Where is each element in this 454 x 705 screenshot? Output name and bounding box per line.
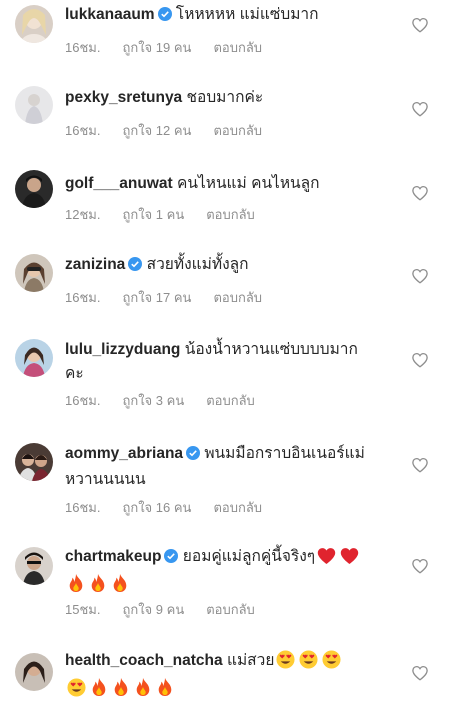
comment-text: lulu_lizzyduang น้องน้ำหวานแซ่บบบบมาก คะ [65, 338, 395, 386]
red-heart-emoji-icon [317, 547, 336, 573]
avatar[interactable] [15, 86, 53, 124]
heart-outline-icon[interactable] [411, 184, 429, 202]
comment-meta: 16ชม. ถูกใจ 16 คน ตอบกลับ [65, 497, 284, 518]
comment-meta: 16ชม. ถูกใจ 17 คน ตอบกลับ [65, 287, 284, 308]
comment-meta: 16ชม. ถูกใจ 3 คน ตอบกลับ [65, 390, 277, 411]
username[interactable]: health_coach_natcha [65, 652, 223, 669]
verified-badge-icon [164, 547, 179, 571]
comment-body: โหหหหห แม่แซ่บมาก [175, 6, 319, 23]
heart-eyes-emoji-icon [299, 650, 318, 677]
username[interactable]: chartmakeup [65, 548, 161, 565]
red-heart-emoji-icon [340, 547, 359, 573]
fire-emoji-icon [112, 677, 130, 705]
verified-badge-icon [186, 444, 201, 468]
avatar[interactable] [15, 170, 53, 208]
username[interactable]: lukkanaaum [65, 6, 155, 23]
reply-button[interactable]: ตอบกลับ [206, 207, 255, 222]
comment-body: น้องน้ำหวานแซ่บบบบมาก [184, 341, 358, 358]
heart-outline-icon[interactable] [411, 664, 429, 682]
verified-badge-icon [157, 5, 172, 29]
comment-text: golf___anuwat คนไหนแม่ คนไหนลูก [65, 172, 395, 196]
timestamp: 16ชม. [65, 500, 101, 515]
username[interactable]: lulu_lizzyduang [65, 341, 180, 358]
username[interactable]: zanizina [65, 256, 125, 273]
heart-eyes-emoji-icon [276, 650, 295, 677]
comment-body: พนมมือกราบอินเนอร์แม่ [204, 445, 365, 462]
heart-outline-icon[interactable] [411, 100, 429, 118]
fire-emoji-icon [156, 677, 174, 705]
comment-meta: 12ชม. ถูกใจ 1 คน ตอบกลับ [65, 204, 277, 225]
avatar[interactable] [15, 254, 53, 292]
fire-emoji-icon [89, 573, 107, 601]
timestamp: 12ชม. [65, 207, 101, 222]
heart-outline-icon[interactable] [411, 16, 429, 34]
username[interactable]: pexky_sretunya [65, 89, 182, 106]
username[interactable]: golf___anuwat [65, 175, 173, 192]
fire-emoji-icon [111, 573, 129, 601]
comment-body: ยอมคู่แม่ลูกคู่นี้จริงๆ [182, 548, 316, 565]
likes-count[interactable]: ถูกใจ 16 คน [122, 500, 191, 515]
comment-body: คนไหนแม่ คนไหนลูก [176, 175, 320, 192]
comment-meta: 15ชม. ถูกใจ 9 คน ตอบกลับ [65, 599, 277, 620]
timestamp: 16ชม. [65, 123, 101, 138]
avatar[interactable] [15, 5, 53, 43]
reply-button[interactable]: ตอบกลับ [213, 123, 262, 138]
heart-outline-icon[interactable] [411, 351, 429, 369]
fire-emoji-icon [67, 573, 85, 601]
comment-body-line2: คะ [65, 365, 84, 382]
avatar[interactable] [15, 547, 53, 585]
timestamp: 15ชม. [65, 602, 101, 617]
likes-count[interactable]: ถูกใจ 3 คน [122, 393, 184, 408]
comment-body: ชอบมากค่ะ [186, 89, 264, 106]
heart-outline-icon[interactable] [411, 557, 429, 575]
comment-text: lukkanaaum โหหหหห แม่แซ่บมาก [65, 3, 395, 29]
heart-eyes-emoji-icon [67, 678, 86, 705]
avatar[interactable] [15, 339, 53, 377]
timestamp: 16ชม. [65, 393, 101, 408]
reply-button[interactable]: ตอบกลับ [206, 393, 255, 408]
comment-body: แม่สวย [226, 652, 275, 669]
fire-emoji-icon [134, 677, 152, 705]
heart-outline-icon[interactable] [411, 456, 429, 474]
comment-body: สวยทั้งแม่ทั้งลูก [146, 256, 249, 273]
reply-button[interactable]: ตอบกลับ [213, 290, 262, 305]
reply-button[interactable]: ตอบกลับ [213, 40, 262, 55]
likes-count[interactable]: ถูกใจ 12 คน [122, 123, 191, 138]
timestamp: 16ชม. [65, 40, 101, 55]
avatar[interactable] [15, 653, 53, 691]
comment-body-line2: หวานนนนน [65, 471, 146, 488]
likes-count[interactable]: ถูกใจ 19 คน [122, 40, 191, 55]
comment-meta: 16ชม. ถูกใจ 12 คน ตอบกลับ [65, 120, 284, 141]
comment-meta: 16ชม. ถูกใจ 19 คน ตอบกลับ [65, 37, 284, 58]
likes-count[interactable]: ถูกใจ 9 คน [122, 602, 184, 617]
likes-count[interactable]: ถูกใจ 17 คน [122, 290, 191, 305]
comment-text: health_coach_natcha แม่สวย [65, 649, 395, 705]
avatar[interactable] [15, 443, 53, 481]
reply-button[interactable]: ตอบกลับ [206, 602, 255, 617]
heart-outline-icon[interactable] [411, 267, 429, 285]
comment-text: pexky_sretunya ชอบมากค่ะ [65, 86, 395, 110]
fire-emoji-icon [90, 677, 108, 705]
reply-button[interactable]: ตอบกลับ [213, 500, 262, 515]
timestamp: 16ชม. [65, 290, 101, 305]
heart-eyes-emoji-icon [322, 650, 341, 677]
verified-badge-icon [128, 255, 143, 279]
username[interactable]: aommy_abriana [65, 445, 183, 462]
likes-count[interactable]: ถูกใจ 1 คน [122, 207, 184, 222]
comment-text: aommy_abriana พนมมือกราบอินเนอร์แม่ หวาน… [65, 442, 395, 492]
comment-text: chartmakeup ยอมคู่แม่ลูกคู่นี้จริงๆ [65, 545, 395, 601]
comment-text: zanizina สวยทั้งแม่ทั้งลูก [65, 253, 395, 279]
